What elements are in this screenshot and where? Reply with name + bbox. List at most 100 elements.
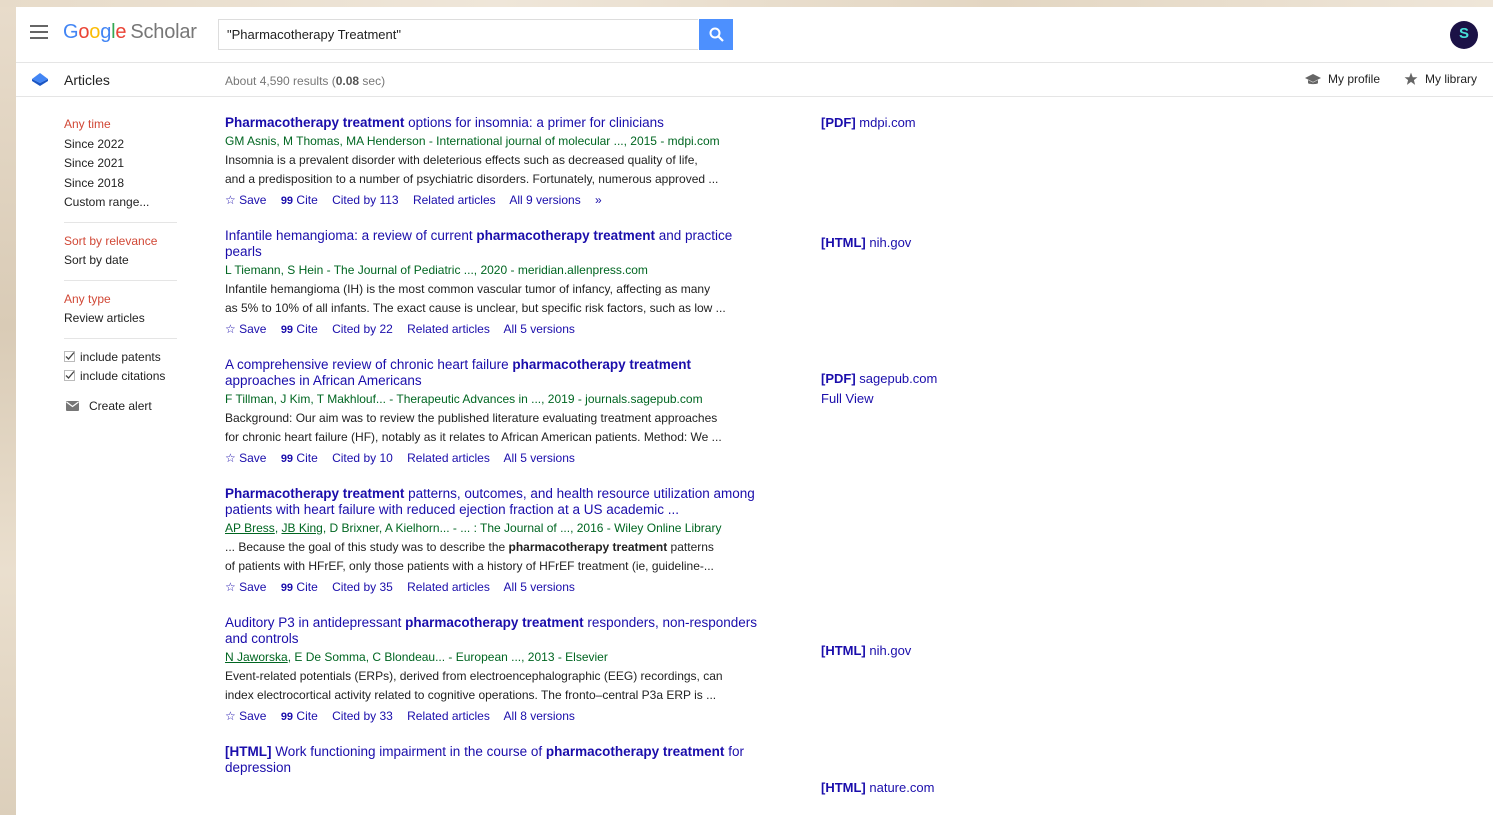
fulltext-site: nih.gov [865, 235, 912, 250]
author-link[interactable]: AP Bress [225, 521, 275, 535]
menu-icon[interactable] [30, 25, 48, 39]
google-scholar-logo[interactable]: Google Scholar [63, 21, 197, 44]
related-articles-link[interactable]: Related articles [407, 709, 490, 723]
cited-by-link[interactable]: Cited by 35 [332, 580, 393, 594]
all-versions-link[interactable]: All 5 versions [504, 451, 575, 465]
articles-label: Articles [64, 72, 110, 88]
author-link[interactable]: JB King [281, 521, 322, 535]
filter-any-type[interactable]: Any type [64, 290, 177, 310]
title-bold: pharmacotherapy treatment [476, 227, 655, 243]
save-button[interactable]: ☆ Save [225, 709, 266, 723]
fulltext-link[interactable]: [PDF] mdpi.com [821, 115, 916, 130]
save-button[interactable]: ☆ Save [225, 193, 266, 207]
search-button[interactable] [699, 19, 733, 50]
cite-label: Cite [296, 450, 318, 465]
filter-any-time[interactable]: Any time [64, 115, 177, 135]
result-item: [HTML] Work functioning impairment in th… [225, 744, 765, 777]
result-title[interactable]: A comprehensive review of chronic heart … [225, 357, 765, 390]
graduation-cap-icon [1305, 74, 1321, 85]
result-authors: GM Asnis, M Thomas, MA Henderson - Inter… [225, 133, 720, 148]
cite-button[interactable]: 99 Cite [281, 451, 318, 465]
fulltext-site: mdpi.com [855, 115, 916, 130]
filter-since-2018[interactable]: Since 2018 [64, 174, 177, 194]
save-button[interactable]: ☆ Save [225, 580, 266, 594]
include-citations-checkbox[interactable]: include citations [64, 367, 177, 387]
search-input[interactable] [219, 20, 695, 49]
filter-review-articles[interactable]: Review articles [64, 309, 177, 329]
save-button[interactable]: ☆ Save [225, 322, 266, 336]
full-view-link[interactable]: Full View [821, 391, 874, 406]
avatar-letter: S [1458, 25, 1469, 42]
create-alert-button[interactable]: Create alert [64, 397, 177, 417]
star-outline-icon: ☆ [225, 192, 236, 207]
all-versions-link[interactable]: All 8 versions [504, 709, 575, 723]
all-versions-link[interactable]: All 5 versions [504, 322, 575, 336]
background-top [0, 0, 1493, 7]
cite-label: Cite [296, 579, 318, 594]
save-label: Save [239, 708, 267, 723]
fulltext-site: nature.com [865, 780, 935, 795]
quote-icon: 99 [280, 452, 294, 465]
fulltext-link[interactable]: [HTML] nature.com [821, 780, 934, 795]
my-profile-link[interactable]: My profile [1305, 72, 1380, 86]
filter-since-2022[interactable]: Since 2022 [64, 135, 177, 155]
related-articles-link[interactable]: Related articles [407, 322, 490, 336]
account-avatar[interactable]: S [1450, 21, 1478, 49]
fulltext-link[interactable]: [PDF] sagepub.com [821, 371, 937, 386]
filter-since-2021[interactable]: Since 2021 [64, 154, 177, 174]
related-articles-link[interactable]: Related articles [413, 193, 496, 207]
cite-button[interactable]: 99 Cite [281, 580, 318, 594]
fulltext-type: [HTML] [821, 643, 866, 658]
result-item: Auditory P3 in antidepressant pharmacoth… [225, 615, 765, 727]
title-text: A comprehensive review of chronic heart … [225, 356, 513, 372]
star-outline-icon: ☆ [225, 321, 236, 336]
title-text: Infantile hemangioma: a review of curren… [225, 227, 477, 243]
cited-by-link[interactable]: Cited by 33 [332, 709, 393, 723]
all-versions-link[interactable]: All 5 versions [504, 580, 575, 594]
logo-letter: G [63, 21, 79, 43]
result-title[interactable]: Pharmacotherapy treatment patterns, outc… [225, 486, 765, 519]
cite-button[interactable]: 99 Cite [281, 709, 318, 723]
top-header: GoogleScholar S [16, 7, 1493, 62]
cited-by-link[interactable]: Cited by 22 [332, 322, 393, 336]
star-outline-icon: ☆ [225, 708, 236, 723]
all-versions-link[interactable]: All 9 versions [509, 193, 580, 207]
cited-by-link[interactable]: Cited by 113 [332, 193, 399, 207]
save-label: Save [239, 450, 267, 465]
title-text: options for insomnia: a primer for clini… [404, 115, 664, 130]
sub-header: Articles About 4,590 results (0.08 sec) … [16, 62, 1493, 97]
my-library-link[interactable]: My library [1404, 72, 1477, 86]
result-actions: ☆ Save 99 Cite Cited by 10 Related artic… [225, 448, 765, 469]
author-link[interactable]: N Jaworska [225, 650, 288, 664]
snippet-line: index electrocortical activity related t… [225, 688, 717, 702]
result-title[interactable]: Auditory P3 in antidepressant pharmacoth… [225, 615, 765, 648]
cite-button[interactable]: 99 Cite [281, 193, 318, 207]
background-left [0, 0, 16, 815]
include-patents-checkbox[interactable]: include patents [64, 348, 177, 368]
sort-by-date[interactable]: Sort by date [64, 251, 177, 271]
logo-letter: o [89, 21, 101, 43]
fulltext-link[interactable]: [HTML] nih.gov [821, 643, 911, 658]
results-count: About 4,590 results (0.08 sec) [225, 74, 385, 88]
filter-custom-range[interactable]: Custom range... [64, 193, 177, 213]
fulltext-link[interactable]: [HTML] nih.gov [821, 235, 911, 250]
authors-rest: , D Brixner, A Kielhorn... - ... : The J… [322, 520, 722, 535]
cite-button[interactable]: 99 Cite [281, 322, 318, 336]
result-title[interactable]: [HTML] Work functioning impairment in th… [225, 744, 765, 777]
save-label: Save [239, 321, 267, 336]
result-title[interactable]: Infantile hemangioma: a review of curren… [225, 228, 765, 261]
sort-by-relevance[interactable]: Sort by relevance [64, 232, 177, 252]
result-title[interactable]: Pharmacotherapy treatment options for in… [225, 115, 765, 132]
html-tag: [HTML] [225, 743, 272, 759]
my-library-label: My library [1425, 72, 1478, 86]
more-icon[interactable]: » [595, 193, 602, 207]
related-articles-link[interactable]: Related articles [407, 451, 490, 465]
fulltext-type: [PDF] [821, 371, 856, 386]
save-button[interactable]: ☆ Save [225, 451, 266, 465]
cited-by-link[interactable]: Cited by 10 [332, 451, 393, 465]
snippet-bold: pharmacotherapy treatment [508, 539, 668, 554]
snippet-line: Event-related potentials (ERPs), derived… [225, 668, 723, 683]
result-snippet: Background: Our aim was to review the pu… [225, 409, 765, 448]
result-item: A comprehensive review of chronic heart … [225, 357, 765, 469]
related-articles-link[interactable]: Related articles [407, 580, 490, 594]
